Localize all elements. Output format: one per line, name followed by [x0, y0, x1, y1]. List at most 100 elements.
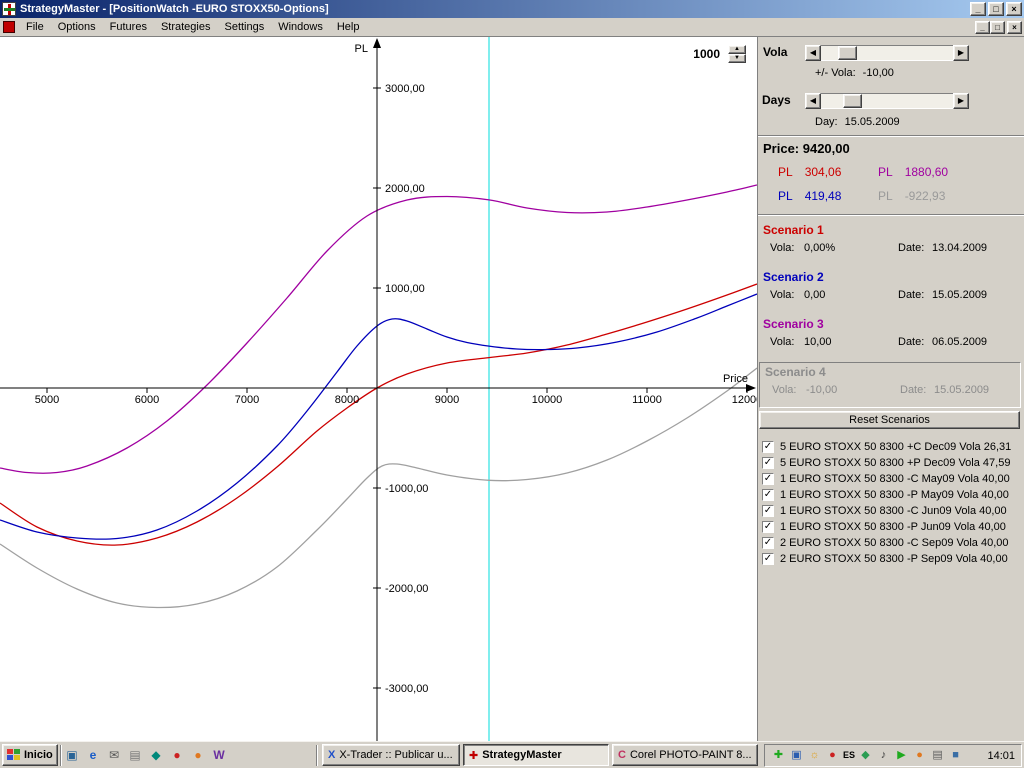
scenario-3-details: Vola:10,00Date:06.05.2009 [758, 336, 1024, 350]
scenario-1-date-label: Date: [898, 242, 924, 254]
tray-antivirus-icon[interactable]: ● [825, 748, 840, 763]
scenario-4-block[interactable]: Scenario 4Vola:-10,00Date:15.05.2009 [759, 362, 1021, 408]
position-checkbox[interactable]: ✓ [762, 521, 774, 533]
tray-display-icon[interactable]: ▣ [789, 748, 804, 763]
vola-value-label: +/- Vola: [815, 67, 856, 79]
tray-scheduler-icon[interactable]: ▶ [894, 748, 909, 763]
position-label: 1 EURO STOXX 50 8300 -C May09 Vola 40,00 [780, 473, 1010, 485]
position-checkbox[interactable]: ✓ [762, 473, 774, 485]
menu-strategies[interactable]: Strategies [154, 19, 218, 35]
position-checkbox[interactable]: ✓ [762, 489, 774, 501]
position-label: 5 EURO STOXX 50 8300 +P Dec09 Vola 47,59 [780, 457, 1010, 469]
position-checkbox[interactable]: ✓ [762, 441, 774, 453]
price-scale-control: 1000 ▲ ▼ [650, 45, 746, 63]
pl-axis-label: PL [355, 43, 368, 55]
position-checkbox[interactable]: ✓ [762, 457, 774, 469]
scenario-1-block[interactable]: Scenario 1Vola:0,00%Date:13.04.2009 [758, 221, 1024, 266]
price-tick-label: 9000 [435, 394, 459, 406]
start-button-label: Inicio [24, 749, 53, 761]
positions-list: ✓5 EURO STOXX 50 8300 +C Dec09 Vola 26,3… [762, 439, 1022, 567]
scenario-1-curve [0, 284, 757, 545]
scenario-2-vola-label: Vola: [770, 289, 794, 301]
task-icon: ✚ [469, 749, 478, 762]
task-button-1[interactable]: XX-Trader :: Publicar u... [322, 744, 460, 766]
position-checkbox[interactable]: ✓ [762, 553, 774, 565]
scenario-1-vola-label: Vola: [770, 242, 794, 254]
vola-scroll-track[interactable] [821, 45, 953, 61]
spin-up-icon[interactable]: ▲ [728, 45, 746, 54]
vola-scroll-thumb[interactable] [838, 46, 857, 60]
internet-explorer-icon[interactable]: e [85, 747, 101, 763]
price-tick-label: 10000 [532, 394, 563, 406]
vola-value-row: +/- Vola: -10,00 [815, 67, 894, 79]
days-scroll-thumb[interactable] [843, 94, 862, 108]
position-row: ✓5 EURO STOXX 50 8300 +C Dec09 Vola 26,3… [762, 439, 1022, 455]
tray-updates-icon[interactable]: ☼ [807, 748, 822, 763]
winamp-icon[interactable]: W [211, 747, 227, 763]
days-scroll-left-icon[interactable]: ◀ [805, 93, 821, 109]
child-close-button[interactable]: × [1007, 21, 1022, 34]
vola-scroll-right-icon[interactable]: ▶ [953, 45, 969, 61]
spin-down-icon[interactable]: ▼ [728, 54, 746, 63]
position-checkbox[interactable]: ✓ [762, 537, 774, 549]
vola-scroll-left-icon[interactable]: ◀ [805, 45, 821, 61]
menu-options[interactable]: Options [51, 19, 103, 35]
media-player-icon[interactable]: ◆ [148, 747, 164, 763]
window-title: StrategyMaster - [PositionWatch -EURO ST… [20, 3, 970, 15]
child-window-icon[interactable] [3, 21, 15, 33]
task-button-2[interactable]: ✚StrategyMaster [463, 744, 609, 766]
scenario-2-vola-value: 0,00 [804, 289, 825, 301]
child-restore-button[interactable]: □ [990, 21, 1005, 34]
notes-icon[interactable]: ▤ [127, 747, 143, 763]
tray-network-icon[interactable]: ✚ [771, 748, 786, 763]
current-price-label: Price: 9420,00 [763, 141, 850, 156]
tray-language-indicator[interactable]: ES [843, 748, 855, 763]
menu-windows[interactable]: Windows [271, 19, 330, 35]
mail-icon[interactable]: ✉ [106, 747, 122, 763]
child-minimize-button[interactable]: _ [975, 21, 990, 34]
minimize-button[interactable]: _ [970, 2, 986, 16]
taskbar-divider [316, 745, 318, 766]
reset-scenarios-button[interactable]: Reset Scenarios [759, 411, 1020, 429]
tray-usb-icon[interactable]: ■ [948, 748, 963, 763]
menu-file[interactable]: File [19, 19, 51, 35]
pl-chart[interactable]: 3000,002000,001000,00-1000,00-2000,00-30… [0, 37, 757, 741]
restore-button[interactable]: □ [988, 2, 1004, 16]
menu-futures[interactable]: Futures [103, 19, 154, 35]
task-icon: X [328, 749, 335, 761]
tray-agent-icon[interactable]: ● [912, 748, 927, 763]
start-button[interactable]: Inicio [2, 744, 58, 766]
tray-volume-icon[interactable]: ♪ [876, 748, 891, 763]
scenario-4-vola-value: -10,00 [806, 384, 837, 396]
menu-items: FileOptionsFuturesStrategiesSettingsWind… [19, 19, 366, 35]
browser-icon[interactable]: ● [190, 747, 206, 763]
title-bar: StrategyMaster - [PositionWatch -EURO ST… [0, 0, 1024, 18]
scenario-3-block[interactable]: Scenario 3Vola:10,00Date:06.05.2009 [758, 315, 1024, 360]
taskbar-divider [60, 745, 62, 766]
scenario-panel: Vola ◀ ▶ +/- Vola: -10,00 Days ◀ ▶ [757, 37, 1024, 741]
task-button-3[interactable]: CCorel PHOTO-PAINT 8... [612, 744, 758, 766]
tray-printer-icon[interactable]: ▤ [930, 748, 945, 763]
pl-label: PL [878, 189, 893, 203]
position-label: 1 EURO STOXX 50 8300 -C Jun09 Vola 40,00 [780, 505, 1007, 517]
menu-help[interactable]: Help [330, 19, 367, 35]
position-checkbox[interactable]: ✓ [762, 505, 774, 517]
close-button[interactable]: × [1006, 2, 1022, 16]
pl-values: PL304,06PL1880,60PL419,48PL-922,93 [778, 165, 1014, 203]
pl-value-1: PL304,06 [778, 165, 878, 179]
task-label: Corel PHOTO-PAINT 8... [630, 749, 752, 761]
scenario-2-block[interactable]: Scenario 2Vola:0,00Date:15.05.2009 [758, 268, 1024, 313]
days-scroll-track[interactable] [821, 93, 953, 109]
pl-value: 1880,60 [905, 165, 948, 179]
days-slider-label: Days [762, 93, 791, 107]
days-scroll-right-icon[interactable]: ▶ [953, 93, 969, 109]
tray-messenger-icon[interactable]: ◆ [858, 748, 873, 763]
price-tick-label: 6000 [135, 394, 159, 406]
opera-icon[interactable]: ● [169, 747, 185, 763]
pl-value: 304,06 [805, 165, 842, 179]
show-desktop-icon[interactable]: ▣ [64, 747, 80, 763]
price-tick-label: 12000 [732, 394, 757, 406]
scenario-4-details: Vola:-10,00Date:15.05.2009 [760, 384, 1020, 398]
pl-tick-label: -3000,00 [385, 683, 428, 695]
menu-settings[interactable]: Settings [217, 19, 271, 35]
